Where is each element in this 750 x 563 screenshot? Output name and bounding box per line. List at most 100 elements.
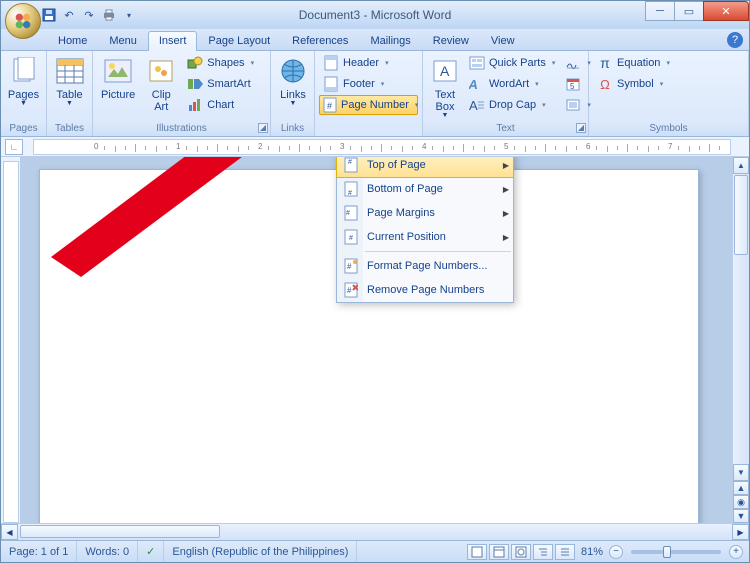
help-button[interactable]: ? [727,32,743,48]
tab-selector[interactable]: ∟ [5,139,23,155]
wordart-button[interactable]: AWordArt▾ [465,74,559,94]
maximize-button[interactable]: ▭ [674,1,704,21]
chart-icon [187,97,203,113]
tab-references[interactable]: References [281,31,359,50]
dialog-launcher-icon[interactable]: ◢ [258,123,268,133]
equation-button[interactable]: πEquation▾ [593,53,674,73]
clipart-icon [145,55,177,87]
view-print-layout[interactable] [467,544,487,560]
zoom-level[interactable]: 81% [581,546,603,558]
group-label-pages: Pages [1,121,46,136]
equation-icon: π [597,55,613,71]
svg-text:#: # [349,235,353,242]
shapes-button[interactable]: Shapes▾ [183,53,258,73]
textbox-button[interactable]: A Text Box ▼ [427,53,463,121]
svg-text:A: A [440,63,450,79]
chevron-down-icon: ▾ [660,80,664,88]
header-button[interactable]: Header▾ [319,53,418,73]
undo-icon[interactable]: ↶ [61,7,77,23]
submenu-arrow-icon: ▶ [503,161,509,170]
vertical-scrollbar[interactable]: ▲ ▼ ▲ ◉ ▼ [732,157,749,523]
scroll-down-button[interactable]: ▼ [733,464,749,481]
redo-icon[interactable]: ↷ [81,7,97,23]
group-header-footer: Header▾ Footer▾ #Page Number▾ Header & F… [315,51,423,136]
symbol-button[interactable]: ΩSymbol▾ [593,74,674,94]
menu-top-of-page[interactable]: # Top of Page ▶ [336,157,514,178]
chevron-down-icon: ▾ [385,59,389,67]
menu-page-margins[interactable]: # Page Margins ▶ [337,201,513,225]
submenu-arrow-icon: ▶ [503,185,509,194]
tab-page-layout[interactable]: Page Layout [197,31,281,50]
tab-view[interactable]: View [480,31,526,50]
chevron-down-icon: ▼ [20,101,27,107]
page-number-icon: # [323,97,337,113]
svg-text:#: # [346,210,350,217]
office-button[interactable] [5,3,41,39]
links-button[interactable]: Links ▼ [275,53,311,109]
status-words[interactable]: Words: 0 [77,541,138,562]
chevron-down-icon: ▾ [666,59,670,67]
vertical-ruler[interactable] [1,157,21,523]
status-proofing[interactable]: ✓ [138,541,164,562]
header-icon [323,55,339,71]
minimize-button[interactable]: ─ [645,1,675,21]
svg-text:#: # [327,101,332,111]
smartart-icon [187,76,203,92]
zoom-slider[interactable] [631,550,721,554]
tab-mailings[interactable]: Mailings [359,31,421,50]
pages-button[interactable]: Pages ▼ [5,53,42,109]
view-full-screen[interactable] [489,544,509,560]
page-number-button[interactable]: #Page Number▾ [319,95,418,115]
zoom-in-button[interactable]: + [729,545,743,559]
close-button[interactable]: ✕ [703,1,749,21]
horizontal-ruler[interactable]: 01234567 [33,139,731,155]
view-draft[interactable] [555,544,575,560]
tab-home[interactable]: Home [47,31,98,50]
tab-insert[interactable]: Insert [148,31,198,51]
chart-button[interactable]: Chart [183,95,258,115]
footer-button[interactable]: Footer▾ [319,74,418,94]
prev-page-button[interactable]: ▲ [733,481,749,495]
group-pages: Pages ▼ Pages [1,51,47,136]
view-web-layout[interactable] [511,544,531,560]
zoom-out-button[interactable]: − [609,545,623,559]
footer-icon [323,76,339,92]
menu-format-page-numbers[interactable]: # Format Page Numbers... [337,254,513,278]
quickparts-button[interactable]: Quick Parts▾ [465,53,559,73]
document-area: ▲ ▼ ▲ ◉ ▼ # Top of Page ▶ # Bottom of Pa… [1,157,749,523]
status-page[interactable]: Page: 1 of 1 [1,541,77,562]
bottom-of-page-icon: # [341,181,361,197]
menu-remove-page-numbers[interactable]: # Remove Page Numbers [337,278,513,302]
picture-button[interactable]: Picture [97,53,139,103]
menu-bottom-of-page[interactable]: # Bottom of Page ▶ [337,177,513,201]
scroll-left-button[interactable]: ◀ [1,524,18,540]
view-outline[interactable] [533,544,553,560]
save-icon[interactable] [41,7,57,23]
group-label-symbols: Symbols [589,121,748,136]
tab-menu[interactable]: Menu [98,31,148,50]
horizontal-scrollbar[interactable]: ◀ ▶ [1,523,749,540]
clipart-button[interactable]: Clip Art [141,53,181,115]
dropcap-button[interactable]: ADrop Cap▾ [465,95,559,115]
group-label-links: Links [271,121,314,136]
textbox-icon: A [429,55,461,87]
next-page-button[interactable]: ▼ [733,509,749,523]
svg-text:5: 5 [570,82,575,91]
chevron-down-icon: ▾ [552,59,556,67]
table-button[interactable]: Table ▼ [51,53,88,109]
scroll-up-button[interactable]: ▲ [733,157,749,174]
status-language[interactable]: English (Republic of the Philippines) [164,541,357,562]
smartart-button[interactable]: SmartArt [183,74,258,94]
menu-current-position[interactable]: # Current Position ▶ [337,225,513,249]
scroll-right-button[interactable]: ▶ [732,524,749,540]
proofing-icon: ✓ [146,545,155,558]
group-tables: Table ▼ Tables [47,51,93,136]
qat-more-icon[interactable]: ▾ [121,7,137,23]
tab-review[interactable]: Review [422,31,480,50]
scroll-thumb[interactable] [734,175,748,255]
chevron-down-icon: ▼ [66,101,73,107]
print-icon[interactable] [101,7,117,23]
hscroll-thumb[interactable] [20,525,220,538]
dialog-launcher-icon[interactable]: ◢ [576,123,586,133]
browse-object-button[interactable]: ◉ [733,495,749,509]
